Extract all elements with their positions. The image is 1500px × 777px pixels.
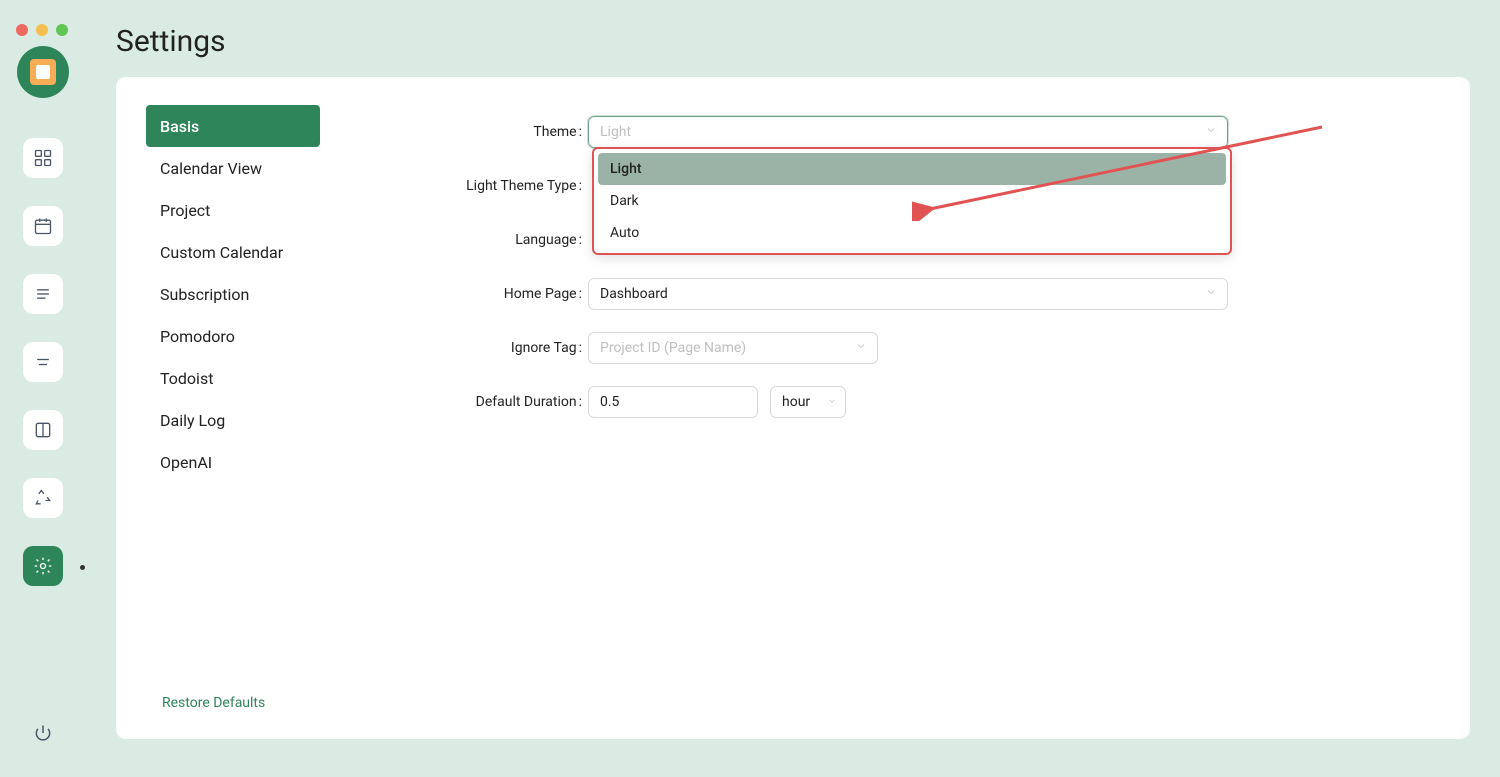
nav-recycle[interactable] (23, 478, 63, 518)
grid-icon (33, 148, 53, 168)
recycle-icon (33, 488, 53, 508)
tab-daily-log[interactable]: Daily Log (146, 399, 320, 441)
nav-dashboard[interactable] (23, 138, 63, 178)
default-duration-unit-select[interactable]: hour (770, 386, 846, 418)
slider-icon (33, 352, 53, 372)
columns-icon (33, 420, 53, 440)
power-icon (33, 723, 53, 743)
ignore-tag-select[interactable]: Project ID (Page Name) (588, 332, 878, 364)
tab-openai[interactable]: OpenAI (146, 441, 320, 483)
close-window-icon[interactable] (16, 24, 28, 36)
calendar-icon (33, 216, 53, 236)
tab-basis[interactable]: Basis (146, 105, 320, 147)
nav-settings[interactable] (23, 546, 63, 586)
theme-option-dark[interactable]: Dark (598, 185, 1226, 217)
nav-filter[interactable] (23, 342, 63, 382)
default-duration-label: Default Duration (456, 394, 588, 410)
restore-defaults-link[interactable]: Restore Defaults (162, 695, 265, 711)
nav-calendar[interactable] (23, 206, 63, 246)
language-label: Language (456, 232, 588, 248)
ignore-tag-label: Ignore Tag (456, 340, 588, 356)
light-theme-type-label: Light Theme Type (456, 178, 588, 194)
row-default-duration: Default Duration 0.5 hour (456, 375, 1246, 429)
tab-project[interactable]: Project (146, 189, 320, 231)
page-title: Settings (116, 24, 1470, 59)
app-logo (17, 46, 69, 98)
chevron-down-icon (1205, 124, 1217, 140)
home-page-label: Home Page (456, 286, 588, 302)
theme-option-auto[interactable]: Auto (598, 217, 1226, 249)
settings-tabs: Basis Calendar View Project Custom Calen… (146, 105, 320, 483)
nav-indicator-dot (80, 565, 85, 570)
list-icon (33, 284, 53, 304)
app-sidebar (0, 0, 86, 777)
window-traffic-lights[interactable] (16, 24, 68, 36)
nav-list[interactable] (23, 274, 63, 314)
gear-icon (33, 556, 53, 576)
home-page-value: Dashboard (600, 286, 668, 302)
power-button[interactable] (23, 713, 63, 753)
theme-label: Theme (456, 124, 588, 140)
chevron-down-icon (1205, 286, 1217, 302)
settings-card: Basis Calendar View Project Custom Calen… (116, 77, 1470, 739)
duration-unit-value: hour (782, 394, 810, 410)
theme-option-light[interactable]: Light (598, 153, 1226, 185)
chevron-down-icon (827, 394, 837, 410)
row-home-page: Home Page Dashboard (456, 267, 1246, 321)
theme-dropdown: Light Dark Auto (592, 147, 1232, 255)
theme-select[interactable]: Light (588, 116, 1228, 148)
maximize-window-icon[interactable] (56, 24, 68, 36)
row-ignore-tag: Ignore Tag Project ID (Page Name) (456, 321, 1246, 375)
minimize-window-icon[interactable] (36, 24, 48, 36)
ignore-tag-placeholder: Project ID (Page Name) (600, 340, 746, 356)
tab-custom-calendar[interactable]: Custom Calendar (146, 231, 320, 273)
chevron-down-icon (855, 340, 867, 356)
main-content: Settings Basis Calendar View Project Cus… (86, 0, 1500, 777)
nav-columns[interactable] (23, 410, 63, 450)
tab-pomodoro[interactable]: Pomodoro (146, 315, 320, 357)
theme-select-value: Light (600, 124, 631, 140)
tab-todoist[interactable]: Todoist (146, 357, 320, 399)
calendar-icon (30, 59, 56, 85)
default-duration-input[interactable]: 0.5 (588, 386, 758, 418)
home-page-select[interactable]: Dashboard (588, 278, 1228, 310)
tab-calendar-view[interactable]: Calendar View (146, 147, 320, 189)
tab-subscription[interactable]: Subscription (146, 273, 320, 315)
